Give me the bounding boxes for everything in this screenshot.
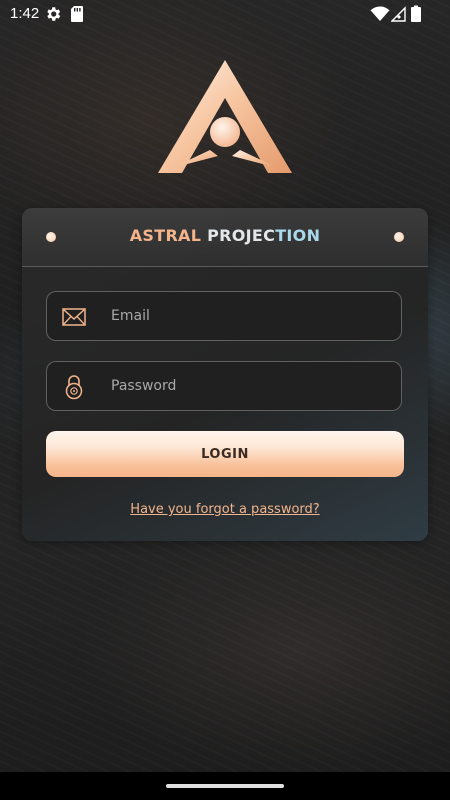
navigation-bar <box>0 772 450 800</box>
app-title: ASTRAL PROJECTION <box>22 226 428 245</box>
app-title-part3: TION <box>275 226 321 245</box>
padlock-icon <box>65 375 83 400</box>
login-button[interactable]: LOGIN <box>46 431 404 477</box>
login-card: ASTRAL PROJECTION LOGIN Have you forgot … <box>22 208 428 541</box>
envelope-icon <box>62 308 86 326</box>
sd-card-icon <box>71 6 83 22</box>
app-title-part1: ASTRAL <box>129 226 202 245</box>
password-field[interactable] <box>46 361 402 411</box>
status-time: 1:42 <box>10 5 40 22</box>
home-gesture-handle[interactable] <box>166 784 284 788</box>
app-title-part2: PROJEC <box>201 226 276 245</box>
email-field[interactable] <box>46 291 402 341</box>
header-dot-right <box>394 232 404 242</box>
wifi-icon <box>370 6 390 22</box>
card-header: ASTRAL PROJECTION <box>22 208 428 267</box>
settings-gear-icon <box>47 7 61 21</box>
battery-icon <box>411 5 421 22</box>
astral-triangle-logo-icon <box>158 60 292 173</box>
password-input[interactable] <box>111 362 391 410</box>
forgot-password-link[interactable]: Have you forgot a password? <box>22 502 428 517</box>
signal-icon <box>391 6 406 22</box>
email-input[interactable] <box>111 292 391 340</box>
status-bar: 1:42 <box>0 0 450 28</box>
